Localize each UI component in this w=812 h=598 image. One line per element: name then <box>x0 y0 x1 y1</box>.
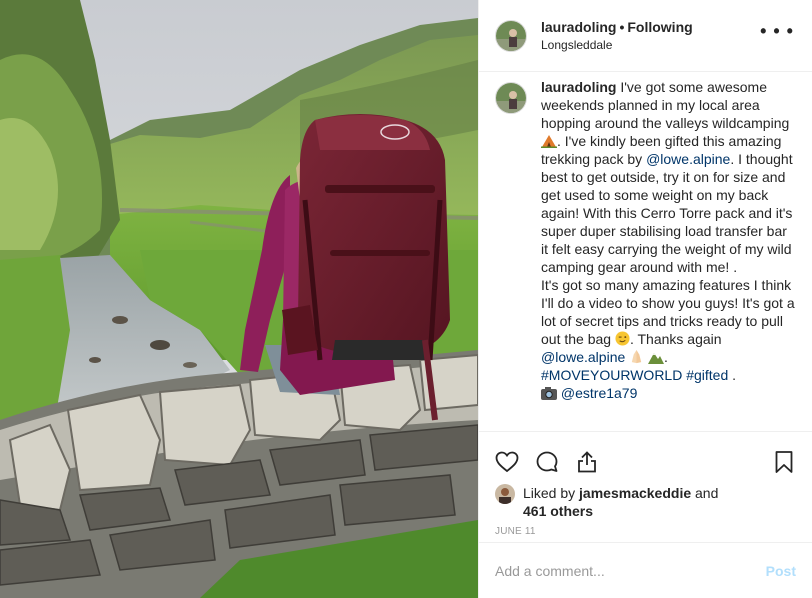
liker-avatar[interactable] <box>495 484 515 504</box>
post-photo[interactable] <box>0 0 478 598</box>
winking-face-emoji-icon <box>615 331 630 346</box>
caption-segment: . <box>728 367 737 383</box>
caption-text: lauradoling I've got some awesome weeken… <box>541 78 796 431</box>
author-username-link[interactable]: lauradoling <box>541 19 616 35</box>
comment-icon[interactable] <box>535 450 559 474</box>
share-icon[interactable] <box>575 450 599 474</box>
mention-link[interactable]: @lowe.alpine <box>646 151 730 167</box>
ellipsis-icon[interactable]: • • • <box>760 21 794 42</box>
avatar-image <box>496 20 526 51</box>
hashtag-link[interactable]: #gifted <box>686 367 728 383</box>
folded-hands-emoji-icon <box>631 349 642 364</box>
avatar-image <box>496 83 526 113</box>
likes-text: Liked by jamesmackeddie and 461 others <box>523 484 718 520</box>
avatar-image <box>495 484 515 504</box>
mountain-emoji-icon <box>648 353 665 364</box>
likes-summary: Liked by jamesmackeddie and 461 others <box>479 484 812 520</box>
likes-prefix: Liked by <box>523 485 580 501</box>
caption-avatar[interactable] <box>495 82 527 114</box>
action-bar <box>479 440 812 484</box>
header-names: lauradoling • Following Longsleddale <box>541 18 760 53</box>
likes-middle: and <box>691 485 719 501</box>
post-date[interactable]: JUNE 11 <box>479 526 812 537</box>
mention-link[interactable]: @lowe.alpine <box>541 349 625 365</box>
camera-emoji-icon <box>541 387 557 400</box>
liker-username-link[interactable]: jamesmackeddie <box>579 485 691 501</box>
caption-segment: . I thought best to get outside, try it … <box>541 151 793 275</box>
instagram-post: lauradoling • Following Longsleddale • • •… <box>0 0 812 598</box>
hashtag-link[interactable]: #MOVEYOURWORLD <box>541 367 682 383</box>
location-link[interactable]: Longsleddale <box>541 37 760 53</box>
author-avatar[interactable] <box>495 19 527 52</box>
caption-comment: lauradoling I've got some awesome weeken… <box>479 72 812 432</box>
post-details-panel: lauradoling • Following Longsleddale • • •… <box>478 0 812 598</box>
hiker-on-wall-photo <box>0 0 478 598</box>
separator-dot: • <box>619 19 625 35</box>
post-header: lauradoling • Following Longsleddale • • • <box>479 0 812 72</box>
heart-icon[interactable] <box>495 450 519 474</box>
header-user-line: lauradoling • Following <box>541 18 760 36</box>
post-comment-button[interactable]: Post <box>766 563 796 579</box>
caption-segment: . Thanks again <box>629 331 722 347</box>
likes-count-link[interactable]: 461 others <box>523 503 593 519</box>
comment-form: Post <box>479 542 812 598</box>
caption-username-link[interactable]: lauradoling <box>541 79 616 95</box>
caption-segment: . <box>664 349 668 365</box>
following-button[interactable]: Following <box>627 19 692 35</box>
photo-credit-link[interactable]: @estre1a79 <box>561 385 637 401</box>
tent-emoji-icon <box>541 135 557 148</box>
comment-input[interactable] <box>495 562 766 579</box>
bookmark-icon[interactable] <box>772 450 796 474</box>
